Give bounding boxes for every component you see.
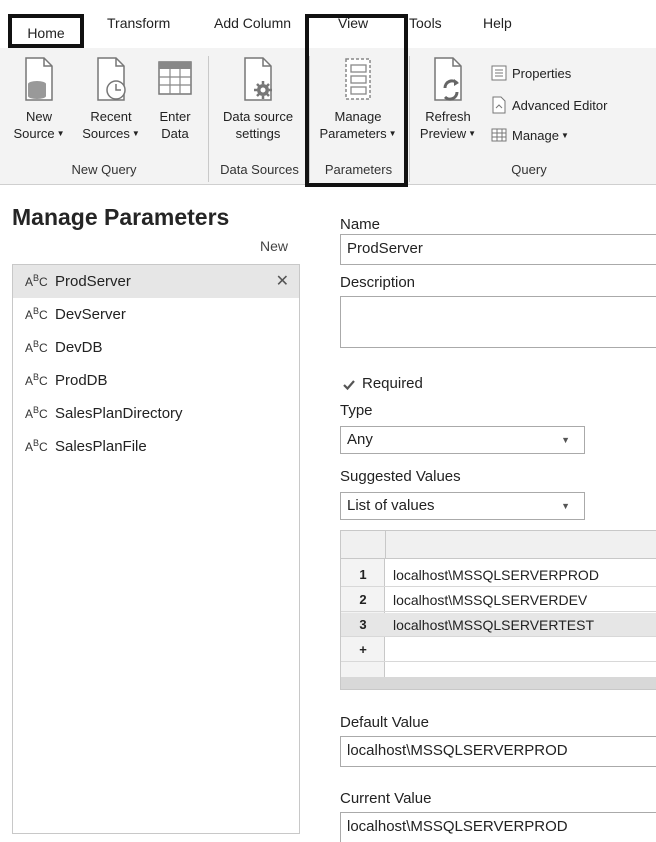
recent-sources-label-2: Sources — [82, 126, 130, 141]
type-value: Any — [347, 431, 373, 448]
manage-label: Manage — [512, 128, 559, 143]
enter-data-label-2: Data — [161, 126, 189, 141]
enter-data-button[interactable]: Enter Data — [148, 56, 202, 142]
plus-icon[interactable]: + — [341, 642, 385, 657]
new-source-label-2: Source — [13, 126, 55, 141]
parameter-name: SalesPlanDirectory — [55, 405, 183, 422]
recent-sources-icon — [97, 57, 126, 101]
data-source-settings-label-1: Data source — [222, 109, 294, 124]
manage-parameters-highlight — [305, 14, 408, 187]
close-icon[interactable]: ✕ — [276, 271, 289, 291]
parameter-name: DevServer — [55, 306, 126, 323]
parameter-list: ABC ProdServer ✕ ABC DevServer ABC DevDB… — [12, 264, 300, 834]
tab-help[interactable]: Help — [483, 15, 512, 31]
grid-header — [341, 531, 656, 559]
grid-scrollbar[interactable] — [341, 677, 656, 689]
default-value-field[interactable]: localhost\MSSQLSERVERPROD — [340, 736, 656, 767]
row-value[interactable]: localhost\MSSQLSERVERDEV — [393, 592, 587, 608]
data-source-settings-button[interactable]: Data source settings — [212, 56, 304, 142]
recent-sources-button[interactable]: Recent Sources ▼ — [74, 56, 148, 142]
parameter-name: ProdServer — [55, 273, 131, 290]
list-item[interactable]: ABC SalesPlanDirectory — [13, 397, 299, 430]
advanced-editor-label: Advanced Editor — [512, 98, 608, 113]
chevron-down-icon: ▼ — [561, 501, 570, 511]
grid-header-divider — [385, 531, 386, 559]
name-label: Name — [340, 216, 381, 233]
table-icon — [158, 61, 192, 95]
data-source-settings-label-2: settings — [235, 126, 281, 141]
add-row[interactable]: + — [341, 638, 656, 662]
recent-sources-label-1: Recent — [90, 109, 132, 124]
chevron-down-icon: ▼ — [131, 129, 140, 138]
current-value-label: Current Value — [340, 790, 432, 807]
table-row[interactable]: 3 localhost\MSSQLSERVERTEST — [341, 613, 656, 637]
refresh-preview-label-2: Preview — [419, 126, 467, 141]
suggested-values-select[interactable]: List of values ▼ — [340, 492, 585, 520]
properties-label: Properties — [512, 66, 572, 81]
new-source-icon — [25, 57, 53, 101]
properties-icon — [491, 65, 507, 81]
refresh-preview-label-1: Refresh — [425, 109, 471, 124]
refresh-preview-button[interactable]: Refresh Preview ▼ — [414, 56, 482, 142]
required-label: Required — [362, 375, 423, 392]
group-label-data-sources: Data Sources — [220, 162, 299, 177]
ribbon-separator — [208, 56, 209, 182]
text-type-icon: ABC — [25, 339, 48, 355]
new-source-label-1: New — [25, 109, 52, 124]
list-item[interactable]: ABC ProdServer ✕ — [13, 265, 299, 298]
name-field[interactable]: ProdServer — [340, 234, 656, 265]
parameter-name: SalesPlanFile — [55, 438, 147, 455]
row-value[interactable]: localhost\MSSQLSERVERPROD — [393, 567, 599, 583]
type-select[interactable]: Any ▼ — [340, 426, 585, 454]
tab-add-column[interactable]: Add Column — [214, 15, 291, 31]
advanced-editor-button[interactable]: Advanced Editor — [490, 96, 607, 114]
row-number: 3 — [359, 617, 367, 632]
table-row[interactable]: 1 localhost\MSSQLSERVERPROD — [341, 563, 656, 587]
suggested-values-label: Suggested Values — [340, 468, 461, 485]
list-item[interactable]: ABC SalesPlanFile — [13, 430, 299, 463]
text-type-icon: ABC — [25, 438, 48, 454]
text-type-icon: ABC — [25, 273, 48, 289]
manage-icon — [491, 128, 507, 142]
tab-transform[interactable]: Transform — [107, 15, 170, 31]
type-label: Type — [340, 402, 373, 419]
advanced-editor-icon — [492, 96, 506, 114]
list-item[interactable]: ABC ProdDB — [13, 364, 299, 397]
chevron-down-icon: ▼ — [561, 435, 570, 445]
tab-home[interactable]: Home — [8, 14, 84, 48]
group-label-query: Query — [511, 162, 547, 177]
chevron-down-icon: ▼ — [560, 131, 569, 140]
group-label-new-query: New Query — [71, 162, 137, 177]
properties-button[interactable]: Properties — [490, 64, 571, 82]
tab-tools[interactable]: Tools — [409, 15, 442, 31]
default-value-label: Default Value — [340, 714, 429, 731]
refresh-icon — [434, 57, 462, 101]
table-row[interactable]: 2 localhost\MSSQLSERVERDEV — [341, 588, 656, 612]
chevron-down-icon: ▼ — [56, 129, 65, 138]
manage-button[interactable]: Manage ▼ — [490, 126, 569, 144]
text-type-icon: ABC — [25, 372, 48, 388]
row-number: 1 — [359, 567, 367, 582]
new-parameter-link[interactable]: New — [260, 238, 288, 254]
current-value-field[interactable]: localhost\MSSQLSERVERPROD — [340, 812, 656, 842]
data-source-settings-icon — [244, 57, 272, 101]
row-number: 2 — [359, 592, 367, 607]
parameter-name: DevDB — [55, 339, 103, 356]
enter-data-label-1: Enter — [159, 109, 191, 124]
description-label: Description — [340, 274, 416, 291]
suggested-values-value: List of values — [347, 497, 435, 514]
parameter-name: ProdDB — [55, 372, 108, 389]
list-item[interactable]: ABC DevServer — [13, 298, 299, 331]
text-type-icon: ABC — [25, 306, 48, 322]
required-checkbox[interactable] — [342, 378, 356, 392]
list-item[interactable]: ABC DevDB — [13, 331, 299, 364]
description-field[interactable] — [340, 296, 656, 348]
row-value[interactable]: localhost\MSSQLSERVERTEST — [393, 617, 594, 633]
dialog-title: Manage Parameters — [12, 204, 230, 230]
text-type-icon: ABC — [25, 405, 48, 421]
new-source-button[interactable]: New Source ▼ — [2, 56, 76, 142]
chevron-down-icon: ▼ — [468, 129, 477, 138]
suggested-values-grid: 1 localhost\MSSQLSERVERPROD 2 localhost\… — [340, 530, 656, 690]
